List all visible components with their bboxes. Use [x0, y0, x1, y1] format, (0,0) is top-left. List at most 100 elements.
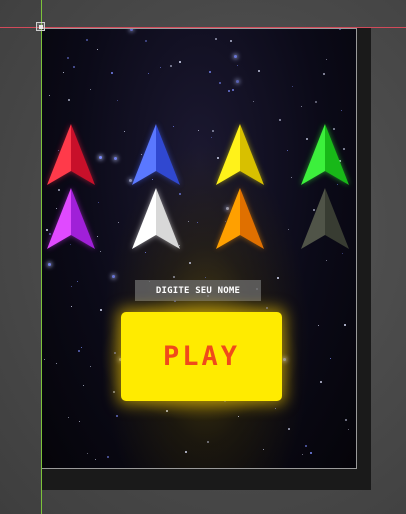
ship-icon	[47, 124, 95, 185]
ship-white[interactable]	[130, 187, 182, 251]
star	[320, 381, 322, 383]
horizontal-guide-line	[0, 27, 406, 28]
star	[236, 80, 239, 83]
star	[188, 221, 189, 222]
star	[173, 276, 175, 278]
star	[86, 39, 88, 41]
ship-orange[interactable]	[214, 187, 266, 251]
ship-icon	[301, 188, 349, 249]
editor-canvas: DIGITE SEU NOME PLAY	[0, 0, 406, 514]
star	[117, 100, 118, 101]
star	[107, 456, 109, 458]
game-viewport: DIGITE SEU NOME PLAY	[42, 28, 357, 468]
star	[111, 72, 113, 74]
play-button-label: PLAY	[162, 341, 241, 372]
ship-green[interactable]	[299, 123, 351, 187]
star	[342, 253, 343, 254]
star	[71, 286, 72, 287]
ship-icon	[216, 124, 264, 185]
star	[288, 229, 289, 230]
ship-magenta[interactable]	[45, 187, 97, 251]
star	[179, 61, 181, 63]
star	[148, 73, 149, 74]
star	[253, 101, 254, 102]
star	[78, 350, 80, 352]
star	[232, 89, 234, 91]
star	[215, 38, 217, 40]
ship-icon	[132, 124, 180, 185]
origin-point	[39, 25, 43, 29]
star	[100, 251, 101, 252]
ship-icon	[132, 188, 180, 249]
star	[71, 28, 72, 29]
star	[63, 72, 64, 73]
star	[205, 277, 206, 278]
star	[87, 453, 88, 454]
star	[345, 419, 347, 421]
star	[211, 137, 212, 138]
star	[118, 222, 119, 223]
star	[344, 324, 346, 326]
star	[287, 150, 288, 151]
star	[145, 40, 147, 42]
star	[49, 95, 50, 96]
star	[73, 66, 75, 68]
play-button[interactable]: PLAY	[121, 312, 282, 401]
star	[189, 262, 191, 264]
star	[71, 306, 72, 307]
star	[48, 263, 51, 266]
star	[279, 119, 281, 121]
star	[305, 445, 307, 447]
ship-yellow[interactable]	[214, 123, 266, 187]
star	[258, 70, 260, 72]
star	[130, 28, 133, 31]
ship-icon	[301, 124, 349, 185]
star	[326, 59, 327, 60]
star	[79, 421, 80, 422]
ship-dark-gray[interactable]	[299, 187, 351, 251]
star	[90, 89, 91, 90]
star	[209, 71, 211, 73]
ship-red[interactable]	[45, 123, 97, 187]
star	[302, 454, 303, 455]
star	[228, 90, 230, 92]
star	[323, 73, 325, 75]
star	[68, 417, 69, 418]
star	[95, 459, 96, 460]
star	[288, 428, 290, 430]
star	[56, 363, 57, 364]
star	[219, 82, 221, 84]
star	[44, 359, 45, 360]
star	[97, 236, 98, 237]
star	[170, 65, 172, 67]
star	[90, 366, 91, 367]
star	[77, 281, 78, 282]
star	[234, 55, 237, 58]
star	[277, 277, 279, 279]
star	[330, 358, 331, 359]
star	[263, 449, 264, 450]
star	[230, 40, 232, 42]
star	[145, 252, 146, 253]
star	[318, 325, 319, 326]
star	[98, 202, 99, 203]
star	[124, 131, 125, 132]
star	[301, 106, 302, 107]
ship-icon	[216, 188, 264, 249]
star	[99, 156, 102, 159]
star	[207, 441, 209, 443]
star	[67, 57, 69, 59]
star	[160, 67, 161, 68]
star	[315, 101, 317, 103]
star	[291, 177, 292, 178]
ship-blue[interactable]	[130, 123, 182, 187]
star	[292, 86, 293, 87]
star	[185, 451, 187, 453]
star	[339, 28, 341, 30]
star	[114, 157, 117, 160]
star	[83, 385, 84, 386]
star	[237, 65, 238, 66]
star	[326, 260, 327, 261]
star	[310, 452, 312, 454]
star	[198, 130, 199, 131]
